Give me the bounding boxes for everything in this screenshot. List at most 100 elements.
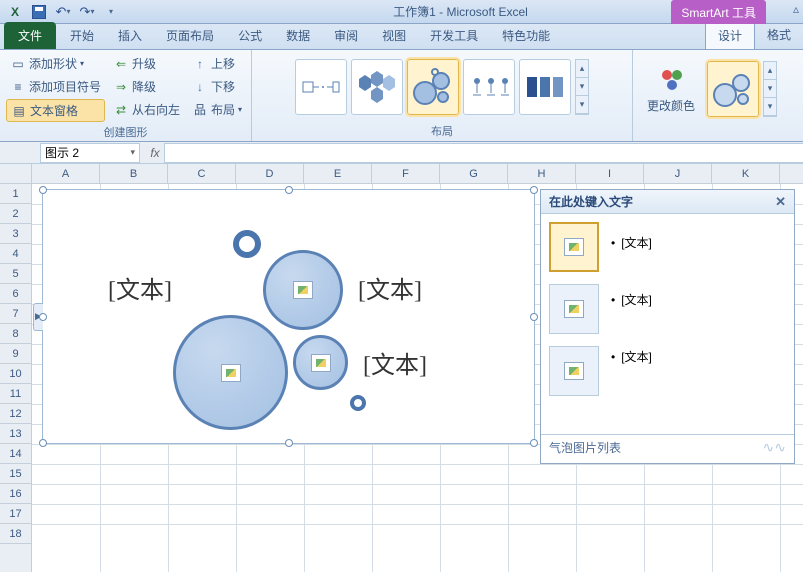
- close-icon[interactable]: ✕: [775, 194, 786, 210]
- bubble-3[interactable]: [293, 335, 348, 390]
- add-shape-button[interactable]: ▭添加形状 ▾: [6, 53, 105, 74]
- resize-handle[interactable]: [285, 186, 293, 194]
- resize-handle[interactable]: [530, 186, 538, 194]
- textpane-thumb[interactable]: [549, 346, 599, 396]
- smartart-object[interactable]: ▶ [文本] [文本] [文本]: [42, 189, 535, 444]
- add-bullet-button[interactable]: ≡添加项目符号: [6, 76, 105, 97]
- tab-home[interactable]: 开始: [58, 22, 106, 49]
- redo-button[interactable]: ↷▾: [76, 2, 98, 22]
- tab-formulas[interactable]: 公式: [226, 22, 274, 49]
- col-header[interactable]: H: [508, 164, 576, 183]
- bubble-text-1[interactable]: [文本]: [108, 270, 172, 305]
- picture-placeholder-icon[interactable]: [293, 281, 313, 299]
- layout-option-2[interactable]: [351, 59, 403, 115]
- select-all-corner[interactable]: [0, 164, 32, 184]
- col-header[interactable]: J: [644, 164, 712, 183]
- col-header[interactable]: F: [372, 164, 440, 183]
- layout-option-5[interactable]: [519, 59, 571, 115]
- layout-gallery-scroll[interactable]: ▴▾▾: [575, 59, 589, 115]
- textpane-thumb[interactable]: [549, 284, 599, 334]
- col-header[interactable]: I: [576, 164, 644, 183]
- fx-label[interactable]: fx: [146, 146, 164, 160]
- tab-data[interactable]: 数据: [274, 22, 322, 49]
- ribbon-min-icon[interactable]: ▵: [793, 2, 799, 16]
- row-header[interactable]: 15: [0, 464, 31, 484]
- row-header[interactable]: 8: [0, 324, 31, 344]
- tab-insert[interactable]: 插入: [106, 22, 154, 49]
- tab-features[interactable]: 特色功能: [490, 22, 562, 49]
- context-tool-label: SmartArt 工具: [671, 0, 766, 24]
- text-pane-button[interactable]: ▤文本窗格: [6, 99, 105, 122]
- row-header[interactable]: 16: [0, 484, 31, 504]
- formula-input[interactable]: [164, 143, 803, 163]
- resize-handle[interactable]: [530, 439, 538, 447]
- row-header[interactable]: 6: [0, 284, 31, 304]
- resize-handle[interactable]: [39, 186, 47, 194]
- textpane-thumb[interactable]: [549, 222, 599, 272]
- col-header[interactable]: C: [168, 164, 236, 183]
- row-header[interactable]: 10: [0, 364, 31, 384]
- row-header[interactable]: 1: [0, 184, 31, 204]
- smartart-text-pane[interactable]: 在此处键入文字 ✕ •[文本] •[文本] •[文本] 气泡图片列表 ∿∿: [540, 189, 795, 464]
- bubble-text-3[interactable]: [文本]: [363, 345, 427, 380]
- row-header[interactable]: 9: [0, 344, 31, 364]
- col-header[interactable]: E: [304, 164, 372, 183]
- resize-handle[interactable]: [285, 439, 293, 447]
- row-header[interactable]: 5: [0, 264, 31, 284]
- excel-icon[interactable]: X: [4, 2, 26, 22]
- row-header[interactable]: 17: [0, 504, 31, 524]
- resize-handle[interactable]: [530, 313, 538, 321]
- row-header[interactable]: 11: [0, 384, 31, 404]
- row-header[interactable]: 18: [0, 524, 31, 544]
- demote-button[interactable]: ⇒降级: [109, 76, 184, 97]
- bubble-decor[interactable]: [350, 395, 366, 411]
- qat-customize[interactable]: ▾: [100, 2, 122, 22]
- col-header[interactable]: A: [32, 164, 100, 183]
- tab-review[interactable]: 审阅: [322, 22, 370, 49]
- bubble-1[interactable]: [173, 315, 288, 430]
- moveup-button[interactable]: ↑上移: [188, 53, 246, 74]
- change-colors-button[interactable]: 更改颜色: [639, 61, 703, 118]
- tab-view[interactable]: 视图: [370, 22, 418, 49]
- row-header[interactable]: 2: [0, 204, 31, 224]
- textpane-item[interactable]: •[文本]: [611, 291, 652, 308]
- textpane-icon: ▤: [11, 103, 27, 119]
- undo-button[interactable]: ↶▾: [52, 2, 74, 22]
- tab-format[interactable]: 格式: [755, 21, 803, 49]
- style-option-1[interactable]: [707, 61, 759, 117]
- row-header[interactable]: 3: [0, 224, 31, 244]
- rtl-button[interactable]: ⇄从右向左: [109, 99, 184, 120]
- col-header[interactable]: B: [100, 164, 168, 183]
- tab-devtools[interactable]: 开发工具: [418, 22, 490, 49]
- layout-button[interactable]: 品布局 ▾: [188, 99, 246, 120]
- save-button[interactable]: [28, 2, 50, 22]
- file-tab[interactable]: 文件: [4, 22, 56, 49]
- col-header[interactable]: K: [712, 164, 780, 183]
- row-header[interactable]: 12: [0, 404, 31, 424]
- layout-option-4[interactable]: [463, 59, 515, 115]
- style-gallery-scroll[interactable]: ▴▾▾: [763, 61, 777, 117]
- row-header[interactable]: 4: [0, 244, 31, 264]
- resize-handle[interactable]: [39, 313, 47, 321]
- bubble-decor[interactable]: [233, 230, 261, 258]
- textpane-item[interactable]: •[文本]: [611, 348, 652, 365]
- row-header[interactable]: 13: [0, 424, 31, 444]
- picture-placeholder-icon[interactable]: [311, 354, 331, 372]
- name-box[interactable]: 图示 2▾: [40, 143, 140, 163]
- cell-grid[interactable]: ▶ [文本] [文本] [文本] 在此处键入文字 ✕: [32, 184, 803, 572]
- bubble-text-2[interactable]: [文本]: [358, 270, 422, 305]
- row-header[interactable]: 7: [0, 304, 31, 324]
- promote-button[interactable]: ⇐升级: [109, 53, 184, 74]
- textpane-item[interactable]: •[文本]: [611, 234, 652, 251]
- layout-option-3[interactable]: [407, 59, 459, 115]
- row-header[interactable]: 14: [0, 444, 31, 464]
- col-header[interactable]: G: [440, 164, 508, 183]
- movedown-button[interactable]: ↓下移: [188, 76, 246, 97]
- resize-handle[interactable]: [39, 439, 47, 447]
- bubble-2[interactable]: [263, 250, 343, 330]
- col-header[interactable]: D: [236, 164, 304, 183]
- tab-pagelayout[interactable]: 页面布局: [154, 22, 226, 49]
- tab-design[interactable]: 设计: [705, 21, 755, 49]
- layout-option-1[interactable]: [295, 59, 347, 115]
- picture-placeholder-icon[interactable]: [221, 364, 241, 382]
